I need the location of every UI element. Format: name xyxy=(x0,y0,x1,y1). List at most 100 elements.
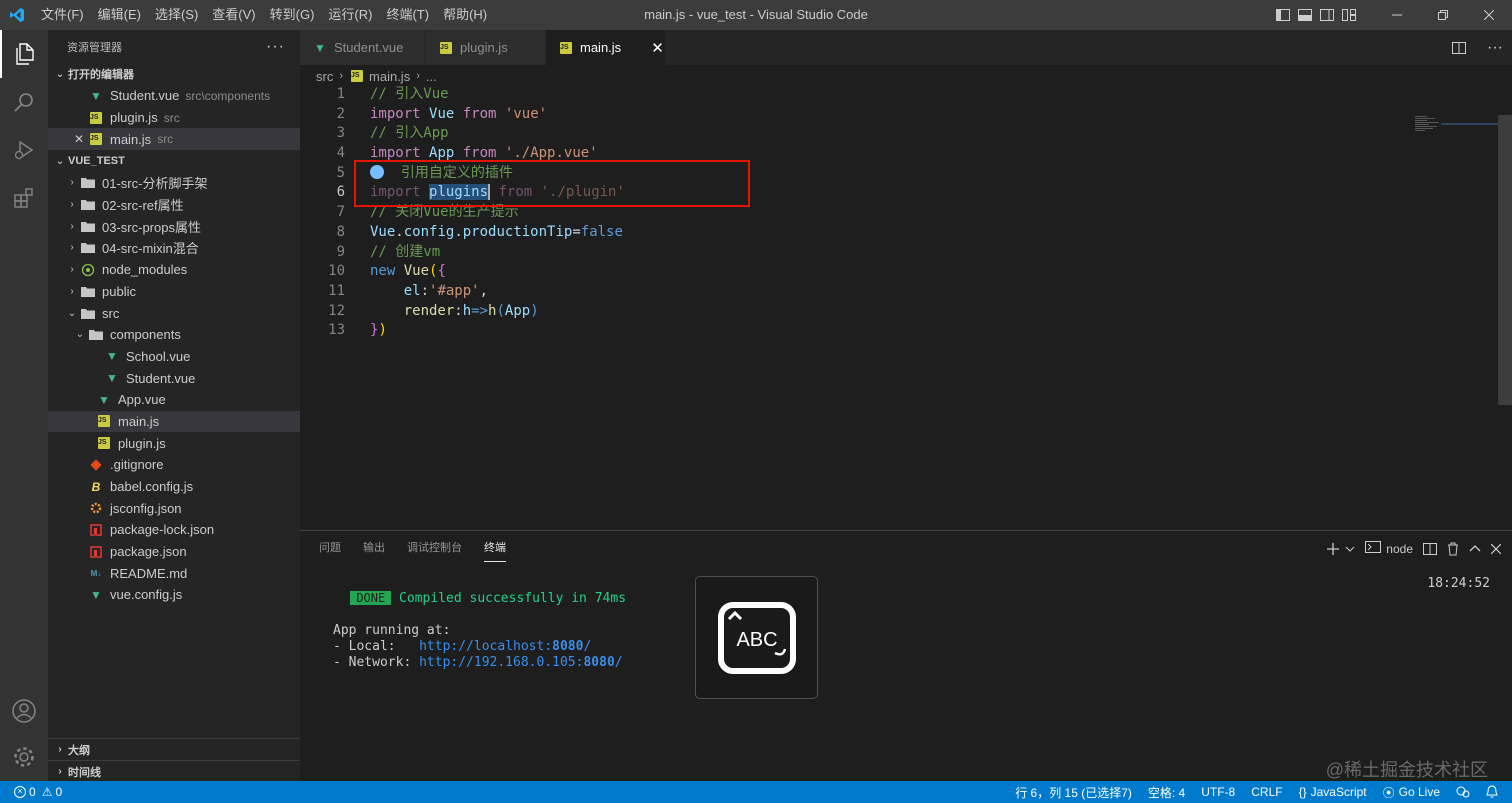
tree-file[interactable]: ▼ Student.vue xyxy=(48,367,300,389)
search-icon[interactable] xyxy=(0,78,48,126)
indentation[interactable]: 空格: 4 xyxy=(1140,781,1193,803)
menu-view[interactable]: 查看(V) xyxy=(205,0,262,30)
chevron-down-icon[interactable] xyxy=(1345,531,1360,566)
extensions-icon[interactable] xyxy=(0,174,48,222)
menu-run[interactable]: 运行(R) xyxy=(321,0,379,30)
tree-file[interactable]: ▼ App.vue xyxy=(48,389,300,411)
tree-folder[interactable]: ⌄ components xyxy=(48,324,300,346)
account-icon[interactable] xyxy=(0,687,48,735)
menu-file[interactable]: 文件(F) xyxy=(34,0,91,30)
tree-folder[interactable]: › 02-src-ref属性 xyxy=(48,194,300,216)
maximize-panel-icon[interactable] xyxy=(1464,531,1486,566)
tab-main-js[interactable]: JS main.js ✕ xyxy=(546,30,666,65)
encoding[interactable]: UTF-8 xyxy=(1193,781,1243,803)
watermark: @稀土掘金技术社区 xyxy=(1325,760,1488,780)
open-editor-item[interactable]: JS plugin.js src xyxy=(48,107,300,129)
tree-file[interactable]: ▼ School.vue xyxy=(48,346,300,368)
tree-file[interactable]: .gitignore xyxy=(48,454,300,476)
settings-gear-icon[interactable] xyxy=(0,733,48,781)
chevron-right-icon: › xyxy=(70,242,74,254)
tree-item-label: babel.config.js xyxy=(110,479,194,495)
breadcrumb-src[interactable]: src xyxy=(316,69,333,84)
bottom-panel: 问题 输出 调试控制台 终端 node DONE Compiled succes… xyxy=(300,530,1512,781)
tree-file[interactable]: JS plugin.js xyxy=(48,432,300,454)
explorer-icon[interactable] xyxy=(0,30,48,78)
tree-folder[interactable]: › public xyxy=(48,281,300,303)
close-panel-icon[interactable] xyxy=(1486,531,1506,566)
close-editor-icon[interactable]: ✕ xyxy=(74,132,88,146)
more-actions-icon[interactable]: ··· xyxy=(266,38,285,56)
vue-file-icon: ▼ xyxy=(106,349,118,364)
lightbulb-icon[interactable] xyxy=(370,164,384,179)
tab-debug-console[interactable]: 调试控制台 xyxy=(407,531,462,566)
close-window-icon[interactable] xyxy=(1466,0,1512,30)
open-editor-path: src xyxy=(163,110,180,125)
language-mode[interactable]: {} JavaScript xyxy=(1291,781,1375,803)
chevron-right-icon: › xyxy=(58,744,62,755)
open-editor-item-active[interactable]: ✕ JS main.js src xyxy=(48,128,300,151)
open-editor-item[interactable]: ▼ Student.vue src\components xyxy=(48,85,300,107)
tab-terminal[interactable]: 终端 xyxy=(484,531,506,566)
tree-folder[interactable]: › 01-src-分析脚手架 xyxy=(48,172,300,194)
open-editor-label: plugin.js xyxy=(110,110,158,126)
menu-go[interactable]: 转到(G) xyxy=(263,0,322,30)
code-line: 13}) xyxy=(328,322,387,339)
open-editor-path: src xyxy=(157,132,174,147)
code-editor[interactable]: 1// 引入Vue 2 import Vue from 'vue' 3// 引入A… xyxy=(300,85,1500,341)
close-tab-icon[interactable]: ✕ xyxy=(651,39,664,57)
tree-file[interactable]: JS main.js xyxy=(48,410,300,433)
tree-folder[interactable]: › 04-src-mixin混合 xyxy=(48,237,300,259)
notifications-bell-icon[interactable] xyxy=(1478,781,1512,803)
problems-status[interactable]: × 0 ⚠ 0 xyxy=(0,781,70,803)
tab-output[interactable]: 输出 xyxy=(363,531,385,566)
outline-section[interactable]: › 大纲 xyxy=(48,738,300,760)
panel-actions: node xyxy=(1321,531,1512,566)
menu-edit[interactable]: 编辑(E) xyxy=(91,0,148,30)
go-live-button[interactable]: ⦿ Go Live xyxy=(1375,781,1448,803)
timeline-section[interactable]: › 时间线 xyxy=(48,760,300,782)
project-section[interactable]: ⌄ VUE_TEST xyxy=(48,150,300,172)
terminal-selector[interactable]: node xyxy=(1360,531,1418,566)
tree-file[interactable]: jsconfig.json xyxy=(48,497,300,519)
tree-file[interactable]: package-lock.json xyxy=(48,519,300,541)
tab-plugin-js[interactable]: JS plugin.js xyxy=(426,30,546,65)
more-actions-icon[interactable]: ··· xyxy=(1478,39,1512,57)
local-url-link[interactable]: http://localhost:8080/ xyxy=(419,639,591,654)
cursor-position[interactable]: 行 6，列 15 (已选择7) xyxy=(1007,781,1140,803)
trash-icon[interactable] xyxy=(1442,531,1464,566)
breadcrumb-symbol[interactable]: ... xyxy=(426,69,437,84)
minimap[interactable] xyxy=(1413,115,1498,135)
tree-folder[interactable]: › node_modules xyxy=(48,259,300,281)
new-terminal-icon[interactable] xyxy=(1321,531,1345,566)
tree-file[interactable]: M↓ README.md xyxy=(48,562,300,584)
split-editor-icon[interactable] xyxy=(1440,41,1478,54)
tab-student-vue[interactable]: ▼ Student.vue xyxy=(300,30,426,65)
network-url-link[interactable]: http://192.168.0.105:8080/ xyxy=(419,655,623,670)
breadcrumb-file[interactable]: main.js xyxy=(369,69,410,84)
end-of-line[interactable]: CRLF xyxy=(1243,781,1290,803)
tree-file[interactable]: ▼ vue.config.js xyxy=(48,584,300,606)
chevron-down-icon: ⌄ xyxy=(67,307,77,319)
tree-file[interactable]: package.json xyxy=(48,541,300,563)
minimize-icon[interactable] xyxy=(1374,0,1420,30)
tree-folder[interactable]: › 03-src-props属性 xyxy=(48,215,300,237)
split-terminal-icon[interactable] xyxy=(1418,531,1442,566)
run-debug-icon[interactable] xyxy=(0,126,48,174)
js-file-icon: JS xyxy=(96,414,112,428)
window-controls xyxy=(1272,0,1512,30)
customize-layout-icon[interactable] xyxy=(1338,0,1360,30)
tree-file[interactable]: Bbabel.config.js xyxy=(48,476,300,498)
toggle-primary-sidebar-icon[interactable] xyxy=(1272,0,1294,30)
open-editors-section[interactable]: ⌄ 打开的编辑器 xyxy=(48,63,300,85)
menu-terminal[interactable]: 终端(T) xyxy=(379,0,436,30)
tree-folder[interactable]: ⌄ src xyxy=(48,302,300,324)
menu-help[interactable]: 帮助(H) xyxy=(436,0,494,30)
toggle-panel-icon[interactable] xyxy=(1294,0,1316,30)
timeline-title: 时间线 xyxy=(68,766,101,779)
editor-scrollbar[interactable] xyxy=(1498,115,1512,405)
menu-selection[interactable]: 选择(S) xyxy=(148,0,205,30)
toggle-secondary-sidebar-icon[interactable] xyxy=(1316,0,1338,30)
tab-problems[interactable]: 问题 xyxy=(319,531,341,566)
feedback-icon[interactable] xyxy=(1448,781,1478,803)
restore-icon[interactable] xyxy=(1420,0,1466,30)
